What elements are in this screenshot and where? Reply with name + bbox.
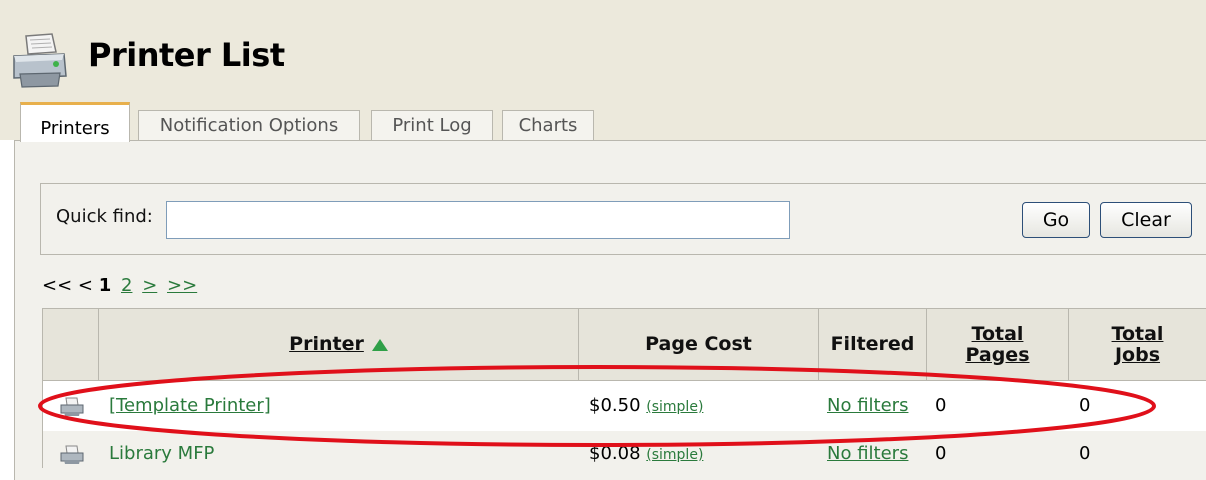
- tab-printers[interactable]: Printers: [20, 102, 130, 142]
- printer-icon: [60, 397, 84, 416]
- pager-prev: <: [77, 275, 93, 296]
- filters-link[interactable]: No filters: [827, 443, 908, 464]
- filters-link[interactable]: No filters: [827, 395, 908, 416]
- pager-first: <<: [42, 275, 73, 296]
- total-pages-value: 0: [935, 443, 947, 464]
- printer-icon: [60, 445, 84, 464]
- pager-next[interactable]: >: [142, 275, 157, 296]
- tab-notification-options[interactable]: Notification Options: [138, 110, 360, 140]
- page-cost-value: $0.50: [589, 395, 641, 416]
- quick-find-input[interactable]: [166, 201, 790, 239]
- total-jobs-value: 0: [1079, 443, 1091, 464]
- pager-current: 1: [98, 275, 112, 296]
- header-printer[interactable]: Printer: [99, 309, 579, 381]
- printer-link[interactable]: [Template Printer]: [109, 395, 271, 416]
- printer-name[interactable]: Library MFP: [109, 443, 214, 464]
- cost-mode-link[interactable]: (simple): [646, 447, 703, 463]
- quick-find-label: Quick find:: [56, 206, 153, 227]
- clear-button[interactable]: Clear: [1100, 202, 1192, 238]
- page-title: Printer List: [88, 36, 285, 74]
- pager-last[interactable]: >>: [167, 275, 197, 296]
- total-jobs-value: 0: [1079, 395, 1091, 416]
- page-cost-value: $0.08: [589, 443, 641, 464]
- pager-page-2[interactable]: 2: [121, 275, 132, 296]
- header-page-cost: Page Cost: [579, 309, 819, 381]
- header-icon-column: [43, 309, 99, 381]
- pager: << < 1 2 > >>: [42, 275, 197, 296]
- sort-ascending-icon: [371, 338, 388, 351]
- total-pages-value: 0: [935, 395, 947, 416]
- tab-print-log[interactable]: Print Log: [371, 110, 493, 140]
- table-row: Library MFP $0.08 (simple) No filters 0 …: [43, 431, 1206, 477]
- sort-total-jobs-link[interactable]: Total Jobs: [1112, 323, 1164, 366]
- sort-total-pages-link[interactable]: Total Pages: [965, 323, 1029, 366]
- go-button[interactable]: Go: [1022, 202, 1090, 238]
- printer-icon: [13, 33, 67, 88]
- cost-mode-link[interactable]: (simple): [646, 399, 703, 415]
- header-total-pages[interactable]: Total Pages: [927, 309, 1069, 381]
- header-total-jobs[interactable]: Total Jobs: [1069, 309, 1206, 381]
- header-filtered: Filtered: [819, 309, 927, 381]
- table-row: [Template Printer] $0.50 (simple) No fil…: [43, 383, 1206, 429]
- tab-charts[interactable]: Charts: [502, 110, 594, 140]
- printer-table: Printer Page Cost Filtered Total Pages To…: [42, 308, 1206, 477]
- sort-printer-link[interactable]: Printer: [289, 334, 364, 355]
